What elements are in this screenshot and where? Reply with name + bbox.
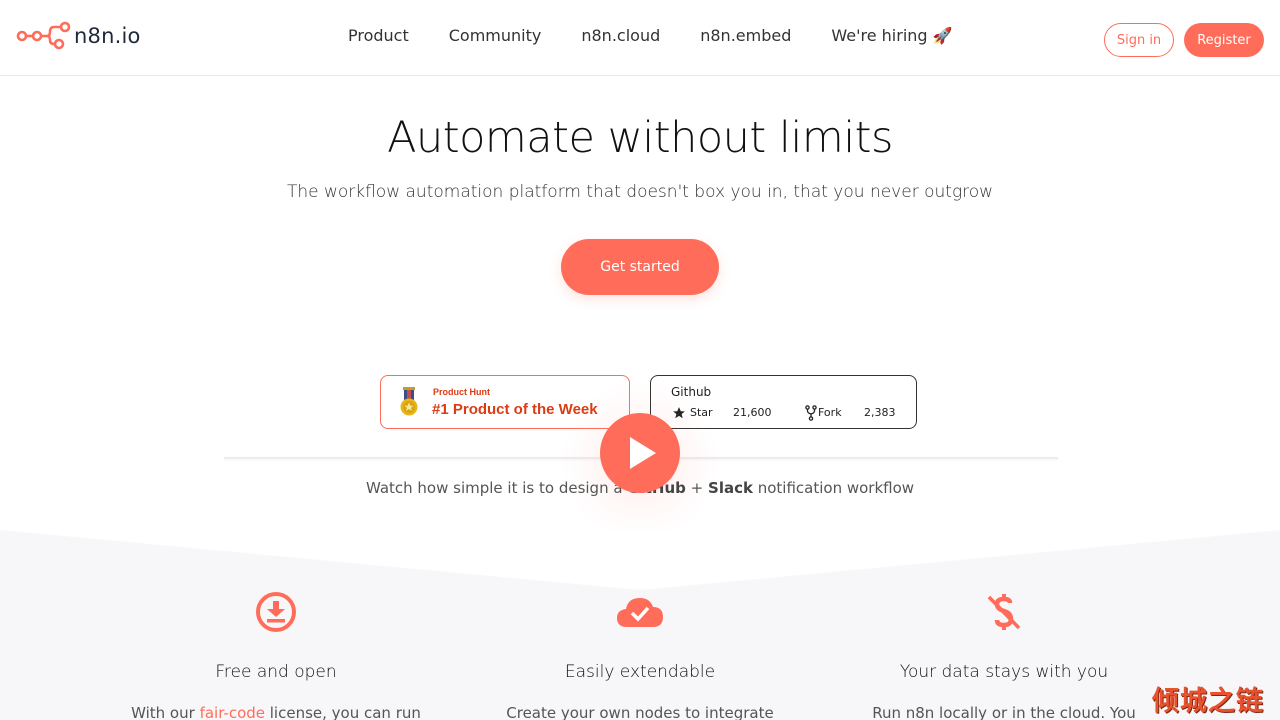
- feature-title: Your data stays with you: [899, 662, 1109, 682]
- feature-free-open: Free and open With our fair-code license…: [96, 590, 456, 720]
- main-nav: Product Community n8n.cloud n8n.embed We…: [348, 26, 953, 45]
- fork-icon: [805, 405, 817, 421]
- nav-hiring[interactable]: We're hiring 🚀: [831, 26, 952, 45]
- feature-text: Create your own nodes to integrate: [506, 704, 774, 720]
- no-dollar-icon: [987, 594, 1021, 630]
- github-fork-label: Fork: [818, 406, 842, 419]
- n8n-logo-icon: [16, 21, 71, 50]
- feature-data-stays: Your data stays with you Run n8n locally…: [824, 590, 1184, 720]
- nav-n8n-cloud[interactable]: n8n.cloud: [581, 26, 660, 45]
- feature-text-pre: With our: [131, 704, 200, 720]
- github-fork-count: 2,383: [864, 406, 896, 419]
- logo-text: n8n.io: [74, 24, 141, 48]
- github-star-count: 21,600: [733, 406, 772, 419]
- site-header: n8n.io Product Community n8n.cloud n8n.e…: [0, 0, 1280, 76]
- nav-product[interactable]: Product: [348, 26, 409, 45]
- play-icon: [630, 437, 656, 469]
- feature-text: Run n8n locally or in the cloud. You: [872, 704, 1136, 720]
- download-icon: [256, 592, 296, 632]
- feature-text: With our fair-code license, you can run: [96, 704, 456, 720]
- logo[interactable]: n8n.io: [16, 20, 141, 50]
- watermark: 倾城之链: [1152, 686, 1264, 717]
- hero-subtitle: The workflow automation platform that do…: [286, 182, 994, 202]
- sign-in-button[interactable]: Sign in: [1104, 23, 1174, 57]
- medal-icon: [400, 387, 418, 416]
- cloud-check-icon: [617, 598, 663, 627]
- feature-title: Free and open: [215, 662, 337, 682]
- nav-n8n-embed[interactable]: n8n.embed: [700, 26, 791, 45]
- nav-community[interactable]: Community: [449, 26, 542, 45]
- caption-text: Watch how simple it is to design a: [365, 479, 628, 497]
- register-button[interactable]: Register: [1184, 23, 1264, 57]
- feature-title: Easily extendable: [564, 662, 716, 682]
- feature-text-post: license, you can run: [265, 704, 421, 720]
- fair-code-link[interactable]: fair-code: [200, 704, 265, 720]
- caption-slack: Slack: [708, 479, 753, 497]
- hero-title: Automate without limits: [387, 113, 893, 163]
- caption-plus: +: [685, 479, 709, 497]
- get-started-button[interactable]: Get started: [561, 239, 719, 295]
- section-divider-shape: [0, 530, 1280, 590]
- play-video-button[interactable]: [600, 413, 680, 493]
- product-hunt-label: Product Hunt: [433, 387, 490, 397]
- caption-text-end: notification workflow: [752, 479, 915, 497]
- feature-extendable: Easily extendable Create your own nodes …: [460, 590, 820, 720]
